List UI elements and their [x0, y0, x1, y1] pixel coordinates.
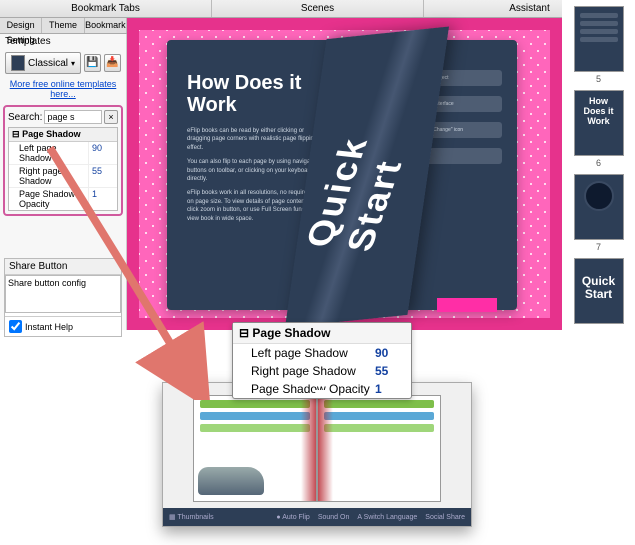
bar-share[interactable]: Social Share — [425, 514, 465, 521]
share-panel: Share Button Share button config Instant… — [4, 258, 122, 337]
clear-search-button[interactable]: × — [104, 110, 118, 124]
subtab-design[interactable]: Design Setting — [0, 18, 42, 33]
detail-row-right[interactable]: Right page Shadow55 — [233, 362, 411, 380]
thumb-7[interactable]: 7 — [574, 174, 624, 252]
detail-toolbar: ▦ Thumbnails ● Auto Flip Sound On A Swit… — [163, 508, 471, 526]
thumbnails-column: 5 How Does it Work 6 7 Quick Start — [562, 0, 635, 330]
template-name: Classical — [28, 58, 68, 69]
instant-help-checkbox[interactable] — [9, 320, 22, 333]
left-shadow-highlight — [301, 396, 316, 501]
right-shadow-highlight — [318, 396, 333, 501]
detail-right-page — [317, 395, 441, 502]
subtab-theme[interactable]: Theme — [42, 18, 84, 33]
bar-auto[interactable]: ● Auto Flip — [276, 514, 309, 521]
sidebar: Design Setting Theme Bookmark Templates … — [0, 18, 127, 330]
prop-row-opacity[interactable]: Page Shadow Opacity1 — [9, 188, 117, 210]
templates-label: Templates — [0, 34, 126, 49]
tab-bookmark-tabs[interactable]: Bookmark Tabs — [0, 0, 212, 17]
detail-row-opacity[interactable]: Page Shadow Opacity1 — [233, 380, 411, 398]
bar-sound[interactable]: Sound On — [318, 514, 350, 521]
props-header[interactable]: ⊟ Page Shadow — [9, 128, 117, 142]
import-icon[interactable]: 📥 — [104, 54, 121, 72]
prop-row-left[interactable]: Left page Shadow90 — [9, 142, 117, 165]
subtabs: Design Setting Theme Bookmark — [0, 18, 127, 34]
curl-text: Quick Start — [297, 115, 424, 253]
search-label: Search: — [8, 112, 42, 123]
template-thumb-icon — [11, 55, 25, 71]
car-image — [198, 467, 264, 495]
thumb-6[interactable]: How Does it Work 6 — [574, 90, 624, 168]
bar-thumbnails[interactable]: ▦ Thumbnails — [169, 513, 214, 521]
bar-lang[interactable]: A Switch Language — [357, 514, 417, 521]
save-icon[interactable]: 💾 — [84, 54, 101, 72]
template-select[interactable]: Classical ▾ — [5, 52, 81, 74]
property-table: ⊟ Page Shadow Left page Shadow90 Right p… — [8, 127, 118, 211]
tab-scenes[interactable]: Scenes — [212, 0, 424, 17]
detail-left-page — [193, 395, 317, 502]
share-title: Share Button — [5, 259, 121, 275]
detail-popup: ⊟ Page Shadow Left page Shadow90 Right p… — [232, 322, 412, 399]
chevron-down-icon: ▾ — [71, 59, 75, 68]
instant-help-label: Instant Help — [25, 322, 73, 332]
detail-zoom: ⊟ Page Shadow Left page Shadow90 Right p… — [162, 322, 472, 527]
thumb-5[interactable]: 5 — [574, 6, 624, 84]
more-templates-link[interactable]: More free online templates here... — [0, 79, 126, 99]
nav-buttons[interactable] — [437, 298, 497, 312]
share-textarea[interactable]: Share button config — [5, 275, 121, 313]
top-tabs: Bookmark Tabs Scenes Assistant — [0, 0, 635, 18]
prop-row-right[interactable]: Right page Shadow55 — [9, 165, 117, 188]
subtab-bookmark[interactable]: Bookmark — [85, 18, 127, 33]
detail-row-left[interactable]: Left page Shadow90 — [233, 344, 411, 362]
flipbook-preview: How Does it Work eFlip books can be read… — [127, 18, 562, 330]
search-input[interactable] — [44, 110, 102, 124]
thumb-8[interactable]: Quick Start — [574, 258, 624, 324]
search-panel: Search: × ⊟ Page Shadow Left page Shadow… — [3, 105, 123, 216]
